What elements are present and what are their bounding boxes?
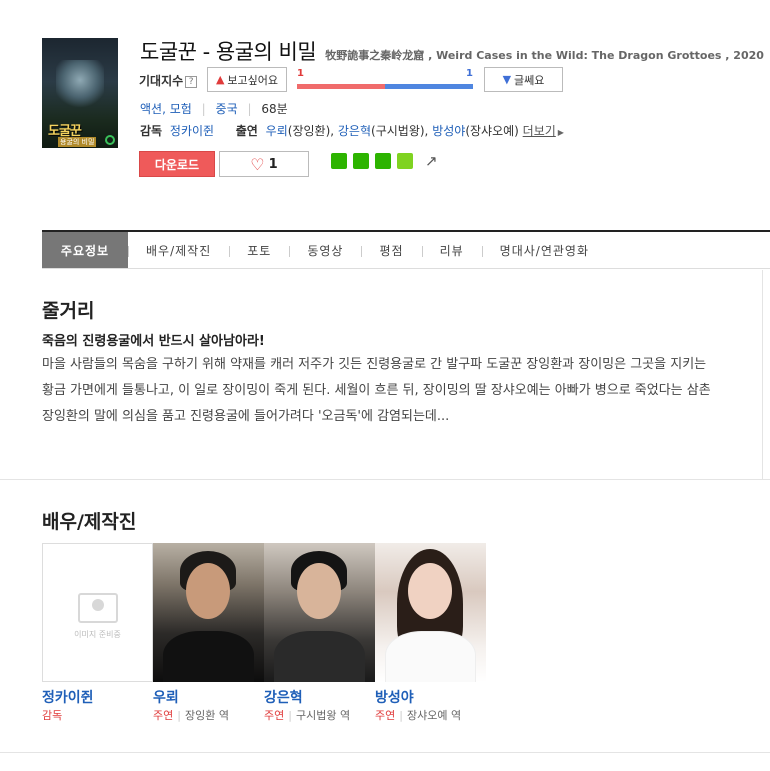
- role-character: 장샤오예 역: [406, 709, 462, 722]
- cast-photo[interactable]: [375, 543, 486, 682]
- tab-cast[interactable]: 배우/제작진: [128, 232, 229, 268]
- share-icons: ↗: [331, 152, 438, 170]
- share-icon[interactable]: ↗: [425, 152, 438, 170]
- cast-link[interactable]: 우뢰: [266, 124, 288, 138]
- cast-role: (장잉환): [287, 124, 331, 138]
- genre-sep: ,: [162, 102, 166, 116]
- cast-section-title: 배우/제작진: [42, 511, 137, 533]
- tab-bar: 주요정보 배우/제작진 포토 동영상 평점 리뷰 명대사/연관영화: [42, 230, 770, 269]
- section-divider: [0, 752, 770, 753]
- cafe-share-icon[interactable]: [353, 153, 369, 169]
- divider: |: [177, 709, 181, 722]
- want-button[interactable]: ▲ 보고싶어요: [207, 67, 287, 92]
- synopsis-body: 마을 사람들의 목숨을 구하기 위해 약재를 캐러 저주가 깃든 진령용굴로 간…: [42, 357, 711, 424]
- cast-link[interactable]: 방성야: [432, 124, 465, 138]
- country-link[interactable]: 중국: [216, 102, 238, 116]
- divider: |: [247, 102, 252, 116]
- cast-card[interactable]: 방성야 주연 | 장샤오예 역: [375, 543, 486, 723]
- movie-subtitle: 牧野詭事之秦岭龙窟 , Weird Cases in the Wild: The…: [325, 49, 764, 62]
- cast-role: 주연 | 장샤오예 역: [375, 707, 486, 723]
- title-row: 도굴꾼 - 용굴의 비밀 牧野詭事之秦岭龙窟 , Weird Cases in …: [140, 36, 764, 66]
- divider: |: [201, 102, 206, 116]
- cast-card[interactable]: 이미지 준비중 정카이쥔 감독: [42, 543, 153, 723]
- help-icon[interactable]: ?: [185, 76, 198, 88]
- tab-rating[interactable]: 평점: [361, 232, 421, 268]
- expect-gauge: [297, 84, 473, 89]
- role-type: 주연: [153, 709, 174, 722]
- genre-link[interactable]: 모험: [170, 102, 192, 116]
- movie-poster[interactable]: 도굴꾼 용굴의 비밀: [42, 38, 118, 148]
- poster-art: [56, 60, 104, 110]
- poster-subtitle: 용굴의 비밀: [58, 137, 97, 147]
- role-type: 주연: [375, 709, 396, 722]
- cast-photo-placeholder[interactable]: 이미지 준비중: [42, 543, 153, 682]
- meh-label: 글쎄요: [514, 73, 545, 87]
- bookmark-share-icon[interactable]: [375, 153, 391, 169]
- genre-link[interactable]: 액션: [140, 102, 162, 116]
- blog-share-icon[interactable]: [331, 153, 347, 169]
- cast-card[interactable]: 우뢰 주연 | 장잉환 역: [153, 543, 264, 723]
- cast-role: (장샤오예): [465, 124, 519, 138]
- credits-row: 감독 정카이쥔 출연 우뢰(장잉환), 강은혁(구시법왕), 방성야(장샤오예)…: [140, 124, 564, 138]
- movie-title: 도굴꾼 - 용굴의 비밀: [140, 40, 317, 64]
- cast-label: 출연: [235, 124, 258, 138]
- right-gutter: [762, 270, 770, 480]
- expect-label: 기대지수?: [139, 72, 198, 89]
- tab-video[interactable]: 동영상: [289, 232, 361, 268]
- runtime: 68분: [261, 102, 288, 116]
- cast-name[interactable]: 방성야: [375, 687, 486, 707]
- director-label: 감독: [140, 124, 163, 138]
- expect-gauge-fill: [297, 84, 385, 89]
- cast-link[interactable]: 강은혁: [338, 124, 371, 138]
- heart-icon: ♡: [250, 154, 265, 174]
- role-character: 구시법왕 역: [295, 709, 351, 722]
- meh-button[interactable]: ▼ 글쎄요: [484, 67, 563, 92]
- role-type: 주연: [264, 709, 285, 722]
- cast-name[interactable]: 강은혁: [264, 687, 375, 707]
- thumb-down-icon: ▼: [502, 73, 512, 86]
- cast-role: (구시법왕): [371, 124, 425, 138]
- info-row: 액션, 모험 | 중국 | 68분: [140, 100, 288, 117]
- want-label: 보고싶어요: [227, 73, 279, 87]
- like-button[interactable]: ♡ 1: [219, 151, 309, 177]
- synopsis-title: 줄거리: [42, 300, 95, 322]
- section-divider: [0, 479, 770, 480]
- role-character: 장잉환 역: [184, 709, 229, 722]
- tab-review[interactable]: 리뷰: [421, 232, 482, 268]
- tab-quotes[interactable]: 명대사/연관영화: [481, 232, 607, 268]
- meh-count: 1: [466, 68, 473, 79]
- cast-role: 감독: [42, 707, 153, 723]
- synopsis-headline: 죽음의 진령용굴에서 반드시 살아남아라!: [42, 334, 265, 349]
- divider: |: [288, 709, 292, 722]
- no-image-icon: [77, 593, 118, 623]
- cast-photo[interactable]: [153, 543, 264, 682]
- zoom-icon[interactable]: [105, 135, 115, 145]
- cast-card[interactable]: 강은혁 주연 | 구시법왕 역: [264, 543, 375, 723]
- more-credits-link[interactable]: 더보기: [523, 124, 556, 138]
- divider: |: [399, 709, 403, 722]
- memo-share-icon[interactable]: [397, 153, 413, 169]
- cast-list: 이미지 준비중 정카이쥔 감독 우뢰 주연 | 장잉환 역 강은혁 주연 | 구시법왕 …: [42, 543, 486, 723]
- cast-name[interactable]: 정카이쥔: [42, 687, 153, 707]
- cast-name[interactable]: 우뢰: [153, 687, 264, 707]
- role-type: 감독: [42, 709, 63, 722]
- chevron-right-icon: ▶: [557, 128, 564, 137]
- cast-role: 주연 | 장잉환 역: [153, 707, 264, 723]
- placeholder-text: 이미지 준비중: [74, 630, 121, 639]
- tab-main-info[interactable]: 주요정보: [42, 232, 128, 268]
- expect-label-text: 기대지수: [139, 74, 184, 88]
- cast-photo[interactable]: [264, 543, 375, 682]
- want-count: 1: [297, 68, 304, 79]
- like-count: 1: [268, 156, 278, 172]
- director-link[interactable]: 정카이쥔: [170, 124, 214, 138]
- tab-photo[interactable]: 포토: [229, 232, 289, 268]
- download-button[interactable]: 다운로드: [139, 151, 215, 177]
- thumb-up-icon: ▲: [215, 73, 225, 86]
- cast-role: 주연 | 구시법왕 역: [264, 707, 375, 723]
